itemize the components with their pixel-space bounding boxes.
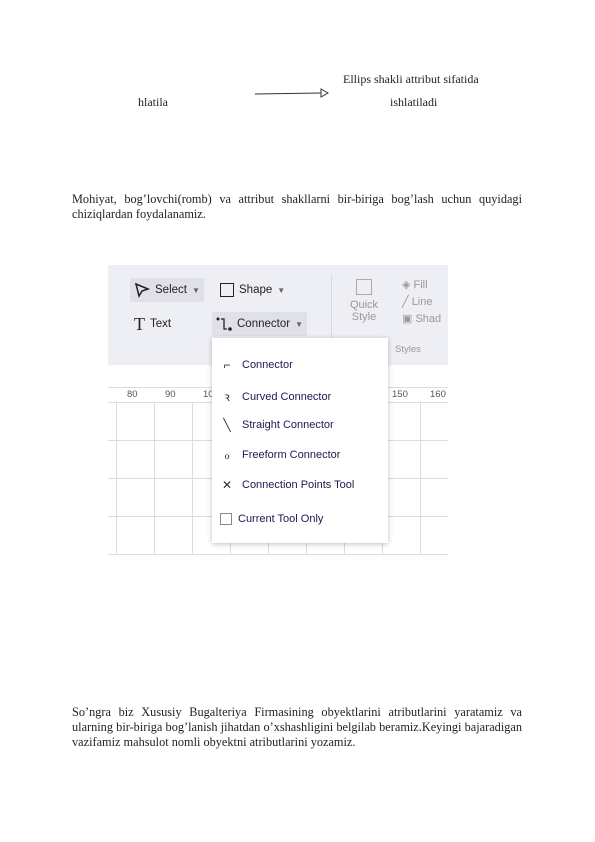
- checkbox-label: Current Tool Only: [238, 513, 324, 525]
- menu-item-label: Connector: [242, 359, 293, 371]
- text-icon: T: [134, 313, 145, 334]
- connector-icon: [216, 317, 232, 331]
- curved-connector-icon: ꝛ: [224, 390, 230, 404]
- shape-label: Shape: [239, 284, 273, 296]
- menu-item-label: Straight Connector: [242, 419, 334, 431]
- paragraph-connectors: Mohiyat, bog’lovchi(romb) va attribut sh…: [72, 192, 522, 221]
- text-label: Text: [150, 318, 172, 330]
- embedded-screenshot: Select ▼ Shape ▼ T Text Connector ▼ Quick S…: [108, 255, 448, 555]
- document-page: Ellips shakli attribut sifatida hlatila …: [0, 0, 595, 842]
- current-tool-only-checkbox[interactable]: Current Tool Only: [220, 513, 323, 525]
- text-button[interactable]: T Text: [130, 312, 175, 336]
- menu-item-straight-connector[interactable]: ╲ Straight Connector: [220, 418, 334, 432]
- freeform-connector-icon: ℴ: [224, 448, 230, 462]
- ruler-tick: 150: [392, 389, 408, 400]
- shadow-button[interactable]: ▣ Shad: [402, 311, 441, 328]
- select-button[interactable]: Select ▼: [130, 278, 204, 302]
- connector-button[interactable]: Connector ▼: [212, 312, 307, 336]
- arrow-icon: [254, 88, 329, 98]
- right-label: ishlatiladi: [390, 95, 438, 109]
- line-icon: ╱: [402, 296, 412, 308]
- menu-item-label: Connection Points Tool: [242, 479, 355, 491]
- left-label: hlatila: [138, 95, 168, 109]
- paragraph-attributes: So’ngra biz Xususiy Bugalteriya Firmasin…: [72, 705, 522, 749]
- square-icon: [220, 283, 234, 297]
- menu-item-label: Curved Connector: [242, 390, 332, 403]
- caret-icon: ▼: [295, 319, 303, 329]
- quick-style-button[interactable]: Quick Style: [348, 279, 380, 323]
- styles-group-label: Styles: [395, 344, 421, 355]
- caret-icon: ▼: [191, 285, 200, 295]
- fill-icon: ◈: [402, 279, 414, 291]
- style-label: Style: [351, 311, 377, 323]
- shadow-icon: ▣: [402, 313, 416, 325]
- checkbox-icon[interactable]: [220, 513, 232, 525]
- ruler-tick: 80: [127, 389, 138, 400]
- tab-strip: [108, 255, 448, 265]
- caret-icon: ▼: [277, 285, 286, 295]
- quick-style-icon: [356, 279, 372, 295]
- connection-points-icon: ✕: [221, 478, 233, 492]
- menu-item-connector[interactable]: ⌐ Connector: [220, 358, 293, 372]
- connector-dropdown-menu: ⌐ Connector ꝛ Curved Connector ╲ Straight C…: [212, 338, 388, 543]
- ellipse-attribute-label: Ellips shakli attribut sifatida: [343, 72, 479, 86]
- fill-button[interactable]: ◈ Fill: [402, 277, 441, 294]
- menu-item-freeform-connector[interactable]: ℴ Freeform Connector: [220, 448, 340, 462]
- ruler-tick: 160: [430, 389, 446, 400]
- menu-item-connection-points-tool[interactable]: ✕ Connection Points Tool: [220, 478, 354, 492]
- ruler-tick: 90: [165, 389, 176, 400]
- shadow-label: Shad: [415, 313, 442, 325]
- select-label: Select: [155, 284, 187, 296]
- connector-label: Connector: [237, 318, 291, 330]
- fill-label: Fill: [413, 279, 428, 291]
- elbow-connector-icon: ⌐: [223, 358, 231, 372]
- menu-item-curved-connector[interactable]: ꝛ Curved Connector: [220, 388, 331, 405]
- menu-item-label: Freeform Connector: [242, 449, 341, 461]
- straight-connector-icon: ╲: [223, 418, 231, 432]
- pointer-icon: [134, 282, 150, 298]
- line-label: Line: [411, 296, 433, 308]
- quick-label: Quick: [349, 299, 379, 311]
- line-button[interactable]: ╱ Line: [402, 294, 441, 311]
- shape-button[interactable]: Shape ▼: [216, 278, 289, 302]
